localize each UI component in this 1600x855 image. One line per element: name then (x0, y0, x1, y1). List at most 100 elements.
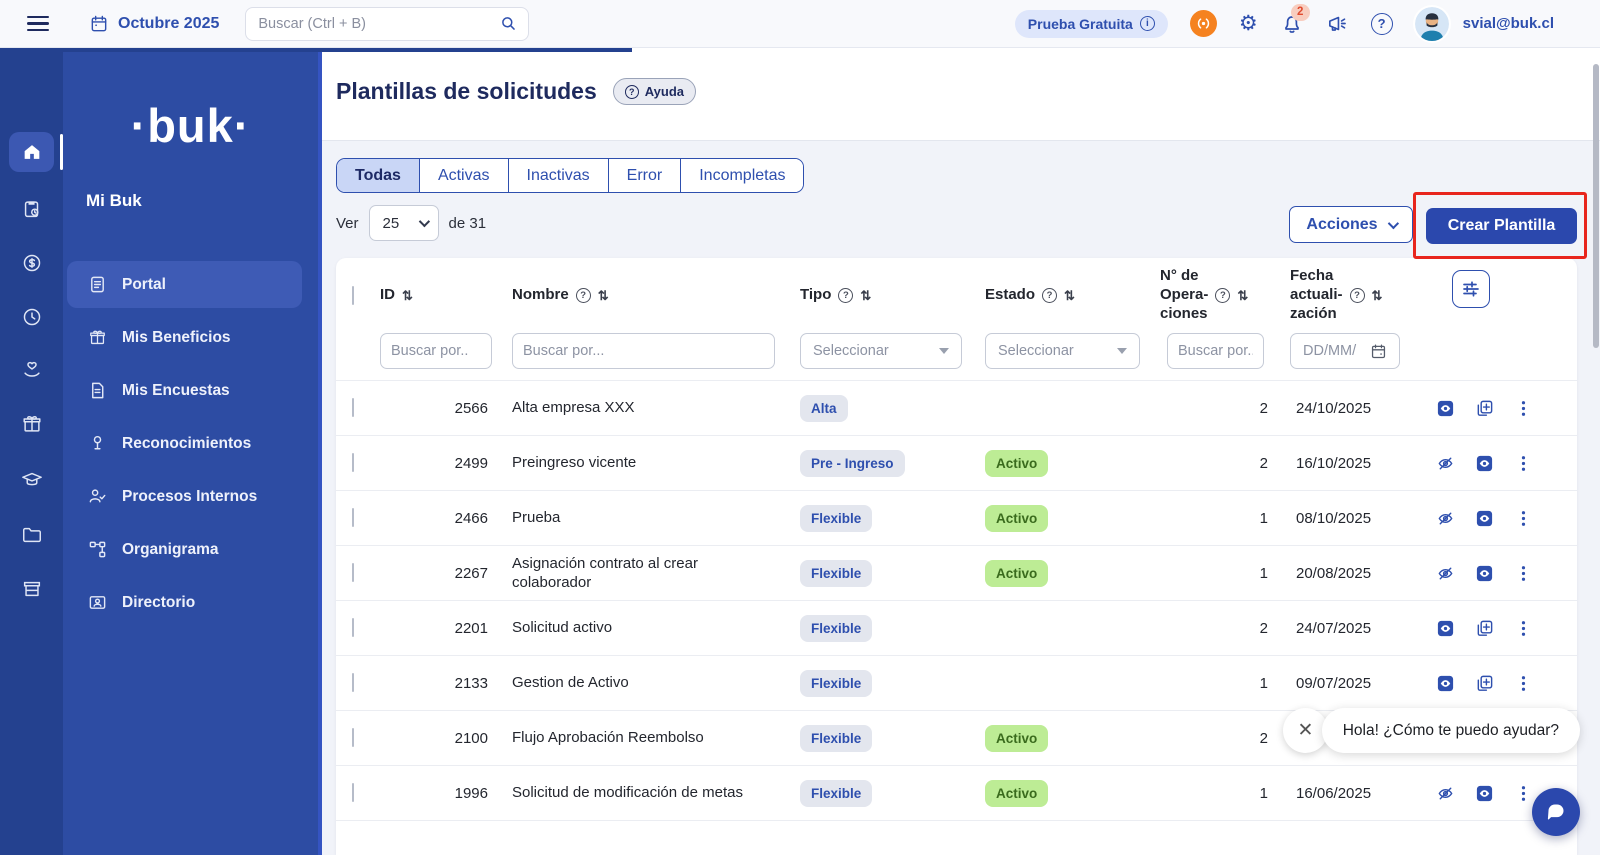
hide-visibility-icon[interactable] (1432, 560, 1458, 586)
help-icon[interactable]: ? (1371, 13, 1393, 35)
page-size-select[interactable]: 25 (369, 205, 439, 241)
kebab-menu-icon[interactable] (1510, 615, 1536, 641)
row-actions (1420, 670, 1577, 696)
trial-badge[interactable]: Prueba Gratuita i (1015, 10, 1168, 38)
tab-todas[interactable]: Todas (337, 159, 419, 192)
hide-visibility-icon[interactable] (1432, 780, 1458, 806)
sidebar-item-organigrama[interactable]: Organigrama (67, 526, 302, 573)
sidebar-item-reconocimientos[interactable]: Reconocimientos (67, 420, 302, 467)
notifications-bell-icon[interactable]: 2 (1280, 12, 1304, 36)
rail-item-gift[interactable] (9, 404, 54, 444)
duplicate-icon[interactable] (1471, 395, 1497, 421)
sidebar-item-procesos-internos[interactable]: Procesos Internos (67, 473, 302, 520)
column-help-icon[interactable]: ? (1350, 288, 1365, 303)
cell-nombre: Alta empresa XXX (500, 398, 790, 418)
buk-assistant-icon[interactable] (1190, 10, 1217, 37)
cell-id: 2100 (380, 730, 500, 747)
sidebar-item-label: Mis Encuestas (122, 382, 230, 400)
column-help-icon[interactable]: ? (838, 288, 853, 303)
hide-visibility-icon[interactable] (1432, 450, 1458, 476)
sidebar-item-mis-beneficios[interactable]: Mis Beneficios (67, 314, 302, 361)
column-header-tipo: Tipo?⇅ (790, 286, 975, 305)
search-input[interactable] (258, 16, 499, 32)
sidebar-item-portal[interactable]: Portal (67, 261, 302, 308)
filter-tipo-select[interactable]: Seleccionar (800, 333, 962, 369)
select-all-checkbox[interactable] (352, 286, 354, 305)
tab-activas[interactable]: Activas (419, 159, 508, 192)
column-settings-icon[interactable] (1452, 270, 1490, 308)
avatar[interactable] (1415, 7, 1449, 41)
kebab-menu-icon[interactable] (1510, 505, 1536, 531)
kebab-menu-icon[interactable] (1510, 450, 1536, 476)
sort-icon[interactable]: ⇅ (402, 288, 413, 304)
preview-icon[interactable] (1471, 560, 1497, 586)
preview-icon[interactable] (1432, 615, 1458, 641)
row-checkbox[interactable] (352, 618, 354, 637)
row-checkbox[interactable] (352, 673, 354, 692)
settings-gear-icon[interactable]: ⚙ (1239, 13, 1258, 34)
search-icon[interactable] (499, 14, 518, 33)
row-checkbox[interactable] (352, 508, 354, 527)
duplicate-icon[interactable] (1471, 670, 1497, 696)
column-help-icon[interactable]: ? (1215, 288, 1230, 303)
filter-nombre-input[interactable] (512, 333, 775, 369)
tab-incompletas[interactable]: Incompletas (680, 159, 803, 192)
sort-icon[interactable]: ⇅ (860, 288, 871, 304)
sidebar-item-directorio[interactable]: Directorio (67, 579, 302, 626)
preview-icon[interactable] (1471, 505, 1497, 531)
row-checkbox[interactable] (352, 563, 354, 582)
kebab-menu-icon[interactable] (1510, 670, 1536, 696)
sidebar-item-mis-encuestas[interactable]: Mis Encuestas (67, 367, 302, 414)
crear-plantilla-button[interactable]: Crear Plantilla (1426, 208, 1577, 244)
row-checkbox[interactable] (352, 783, 354, 802)
preview-icon[interactable] (1471, 450, 1497, 476)
rail-item-benefits[interactable] (9, 350, 54, 390)
sort-icon[interactable]: ⇅ (598, 288, 609, 304)
tab-error[interactable]: Error (608, 159, 681, 192)
kebab-menu-icon[interactable] (1510, 780, 1536, 806)
row-checkbox[interactable] (352, 728, 354, 747)
row-checkbox[interactable] (352, 398, 354, 417)
rail-item-clipboard[interactable] (9, 189, 54, 229)
rail-item-folder[interactable] (9, 515, 54, 555)
preview-icon[interactable] (1432, 395, 1458, 421)
rail-item-clock[interactable] (9, 297, 54, 337)
caret-down-icon (939, 348, 949, 354)
sort-icon[interactable]: ⇅ (1237, 288, 1248, 304)
ayuda-help-button[interactable]: ? Ayuda (613, 78, 696, 105)
user-email[interactable]: svial@buk.cl (1463, 15, 1554, 32)
chevron-down-icon (418, 216, 429, 227)
sort-icon[interactable]: ⇅ (1064, 288, 1075, 304)
rail-item-education[interactable] (9, 460, 54, 500)
preview-icon[interactable] (1432, 670, 1458, 696)
announcements-megaphone-icon[interactable] (1326, 12, 1349, 35)
cell-operaciones: 2 (1148, 455, 1278, 472)
cell-operaciones: 2 (1148, 620, 1278, 637)
global-search (245, 7, 529, 41)
vertical-scrollbar-thumb[interactable] (1593, 64, 1599, 348)
row-checkbox[interactable] (352, 453, 354, 472)
hide-visibility-icon[interactable] (1432, 505, 1458, 531)
date-picker-control[interactable]: Octubre 2025 (89, 14, 219, 34)
tipo-badge: Flexible (800, 670, 872, 697)
duplicate-icon[interactable] (1471, 615, 1497, 641)
chat-bubble-icon[interactable] (1532, 788, 1580, 836)
kebab-menu-icon[interactable] (1510, 560, 1536, 586)
rail-item-organization[interactable] (9, 569, 54, 609)
cell-nombre: Solicitud de modificación de metas (500, 783, 790, 803)
sort-icon[interactable]: ⇅ (1372, 288, 1383, 304)
tab-inactivas[interactable]: Inactivas (508, 159, 608, 192)
preview-icon[interactable] (1471, 780, 1497, 806)
filter-id-input[interactable] (380, 333, 492, 369)
column-help-icon[interactable]: ? (576, 288, 591, 303)
column-help-icon[interactable]: ? (1042, 288, 1057, 303)
filter-fecha-date-input[interactable]: DD/MM/ (1290, 333, 1400, 369)
filter-estado-select[interactable]: Seleccionar (985, 333, 1140, 369)
rail-item-payments[interactable] (9, 243, 54, 283)
acciones-button[interactable]: Acciones (1289, 206, 1413, 243)
kebab-menu-icon[interactable] (1510, 395, 1536, 421)
table-row: 2267 Asignación contrato al crear colabo… (336, 545, 1577, 600)
rail-item-home[interactable] (9, 132, 54, 172)
filter-operaciones-input[interactable] (1167, 333, 1264, 369)
hamburger-menu-button[interactable] (27, 16, 49, 31)
